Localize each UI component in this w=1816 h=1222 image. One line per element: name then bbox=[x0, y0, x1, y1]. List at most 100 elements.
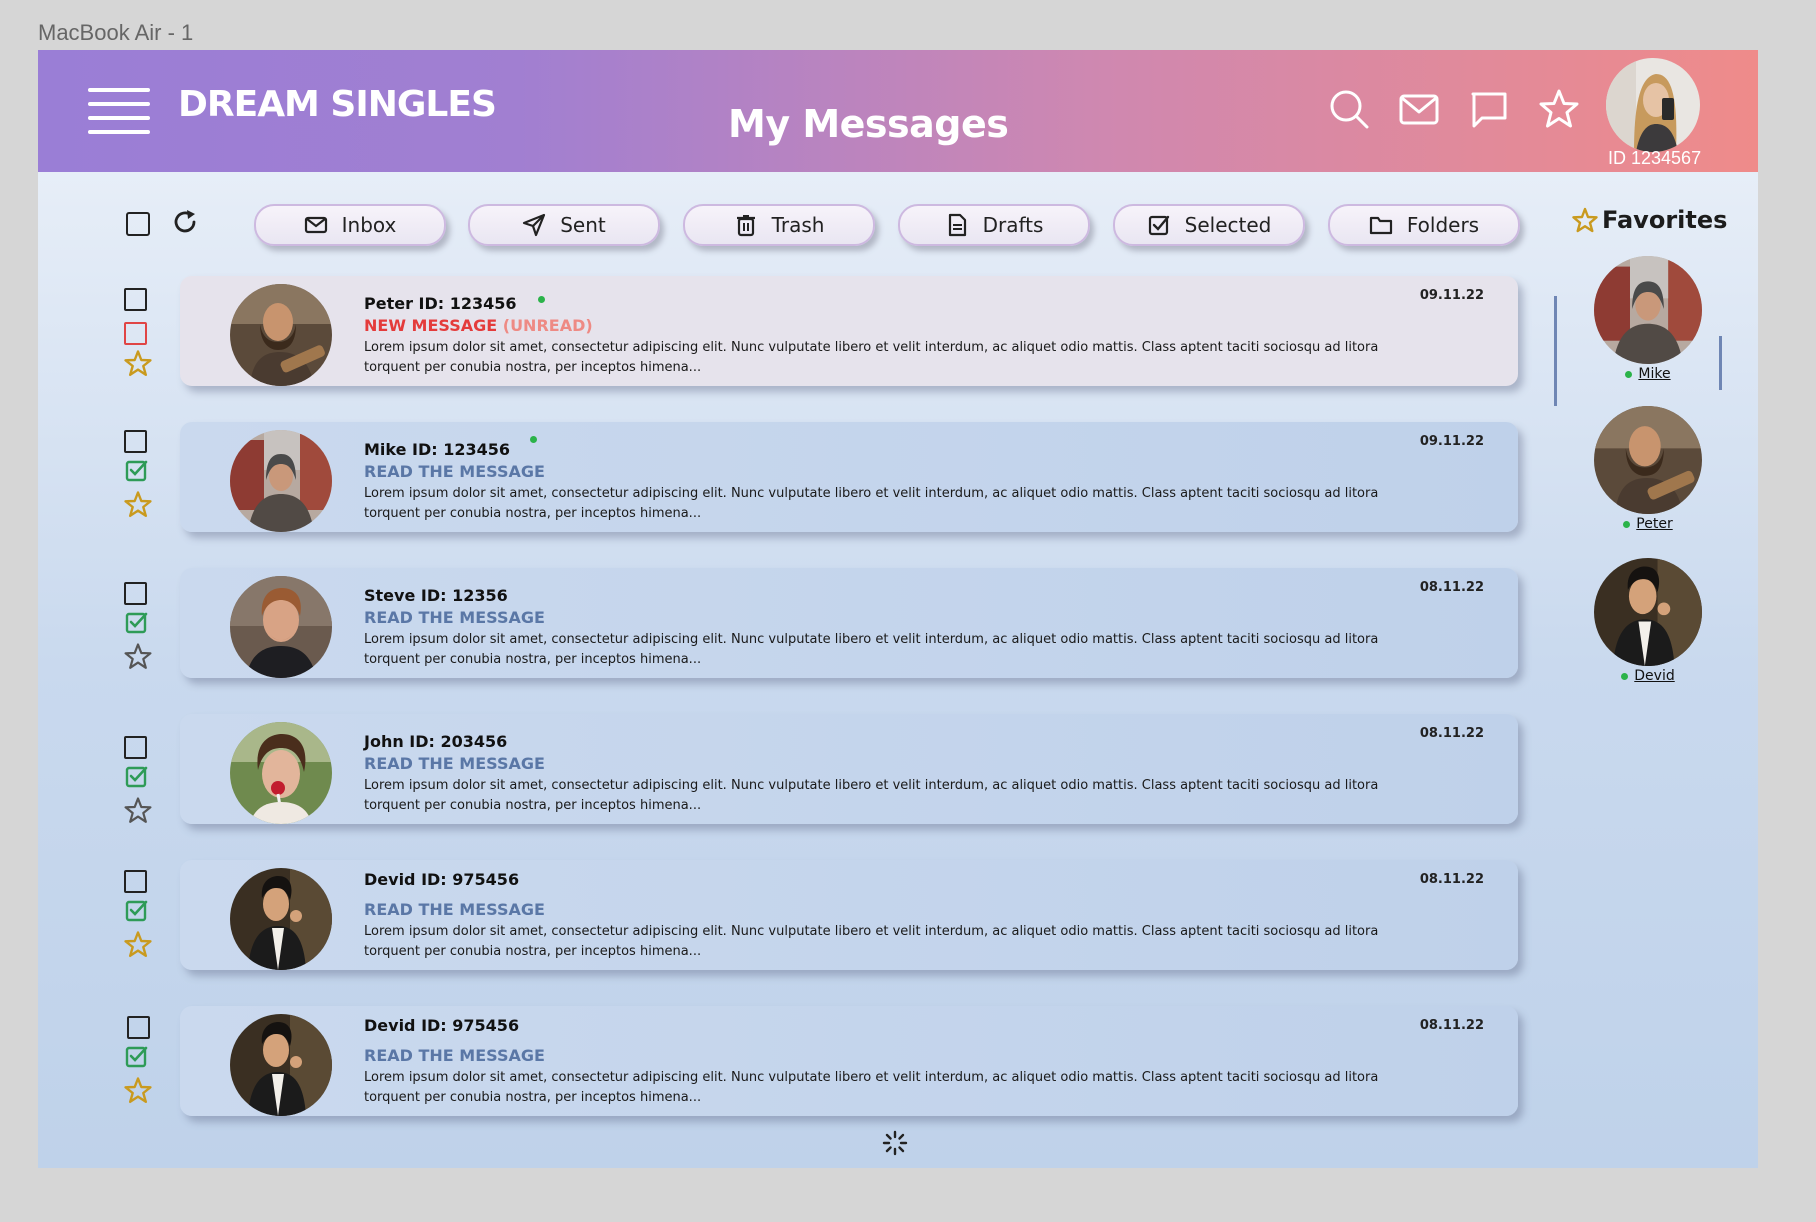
sender-photo bbox=[230, 868, 332, 970]
message-status: READ THE MESSAGE bbox=[364, 900, 545, 919]
tab-sent[interactable]: Sent bbox=[468, 204, 660, 246]
message-card[interactable]: Devid ID: 975456 READ THE MESSAGE Lorem … bbox=[180, 860, 1518, 970]
mail-icon[interactable] bbox=[1398, 88, 1440, 130]
tab-inbox-label: Inbox bbox=[341, 213, 397, 237]
favorite-item[interactable]: Devid bbox=[1594, 558, 1702, 684]
message-preview: Lorem ipsum dolor sit amet, consectetur … bbox=[364, 632, 1379, 667]
read-check-icon[interactable] bbox=[124, 1044, 150, 1070]
message-status: READ THE MESSAGE bbox=[364, 754, 545, 773]
row-checkbox[interactable] bbox=[124, 582, 147, 605]
favorite-star-icon[interactable] bbox=[124, 490, 152, 518]
favorite-name[interactable]: Devid bbox=[1594, 668, 1702, 684]
message-card[interactable]: Mike ID: 123456 READ THE MESSAGE Lorem i… bbox=[180, 422, 1518, 532]
favorite-name[interactable]: Mike bbox=[1594, 366, 1702, 382]
select-all-checkbox[interactable] bbox=[126, 212, 150, 236]
row-controls bbox=[124, 736, 154, 828]
message-date: 09.11.22 bbox=[1419, 288, 1484, 303]
online-indicator bbox=[538, 296, 545, 303]
favorite-photo bbox=[1594, 256, 1702, 364]
unread-marker[interactable] bbox=[124, 322, 147, 345]
sender-photo bbox=[230, 430, 332, 532]
message-preview: Lorem ipsum dolor sit amet, consectetur … bbox=[364, 778, 1379, 813]
message-preview: Lorem ipsum dolor sit amet, consectetur … bbox=[364, 486, 1379, 521]
top-bar: DREAM SINGLES My Messages ID 1234567 bbox=[38, 50, 1758, 172]
user-avatar[interactable] bbox=[1606, 58, 1700, 152]
favorite-star-icon[interactable] bbox=[124, 1076, 152, 1104]
status-new: NEW MESSAGE bbox=[364, 316, 498, 335]
message-status: READ THE MESSAGE bbox=[364, 462, 545, 481]
search-icon[interactable] bbox=[1328, 88, 1370, 130]
message-card[interactable]: Steve ID: 12356 READ THE MESSAGE Lorem i… bbox=[180, 568, 1518, 678]
favorites-scrollbar[interactable] bbox=[1719, 336, 1722, 390]
row-checkbox[interactable] bbox=[124, 870, 147, 893]
row-controls bbox=[124, 582, 154, 674]
online-indicator bbox=[530, 436, 537, 443]
sender-name: Mike ID: 123456 bbox=[364, 440, 511, 459]
message-card[interactable]: Devid ID: 975456 READ THE MESSAGE Lorem … bbox=[180, 1006, 1518, 1116]
favorite-photo bbox=[1594, 558, 1702, 666]
envelope-icon bbox=[304, 216, 327, 234]
folder-icon bbox=[1369, 216, 1392, 235]
row-checkbox[interactable] bbox=[124, 430, 147, 453]
row-controls bbox=[124, 430, 154, 522]
frame-label: MacBook Air - 1 bbox=[38, 20, 194, 45]
row-checkbox[interactable] bbox=[124, 288, 147, 311]
sender-photo bbox=[230, 284, 332, 386]
chat-icon[interactable] bbox=[1468, 88, 1510, 130]
trash-icon bbox=[736, 215, 755, 237]
page-title: My Messages bbox=[728, 102, 1009, 146]
message-date: 08.11.22 bbox=[1419, 872, 1484, 887]
message-card[interactable]: Peter ID: 123456 NEW MESSAGE (UNREAD) Lo… bbox=[180, 276, 1518, 386]
tab-folders[interactable]: Folders bbox=[1328, 204, 1520, 246]
favorite-star-icon[interactable] bbox=[124, 642, 152, 670]
message-card[interactable]: John ID: 203456 READ THE MESSAGE Lorem i… bbox=[180, 714, 1518, 824]
favorite-star-icon[interactable] bbox=[124, 796, 152, 824]
star-icon[interactable] bbox=[1538, 88, 1580, 130]
tab-sent-label: Sent bbox=[560, 213, 606, 237]
favorite-item[interactable]: Peter bbox=[1594, 406, 1702, 532]
read-check-icon[interactable] bbox=[124, 458, 150, 484]
document-icon bbox=[948, 213, 966, 237]
sender-name: Peter ID: 123456 bbox=[364, 294, 517, 313]
tab-folders-label: Folders bbox=[1406, 213, 1480, 237]
menu-icon[interactable] bbox=[88, 88, 150, 134]
row-controls bbox=[124, 870, 154, 962]
sender-name: John ID: 203456 bbox=[364, 732, 508, 751]
tab-trash[interactable]: Trash bbox=[683, 204, 875, 246]
message-status: READ THE MESSAGE bbox=[364, 608, 545, 627]
favorites-title-label: Favorites bbox=[1602, 206, 1728, 234]
refresh-icon[interactable] bbox=[171, 208, 199, 236]
sender-photo bbox=[230, 1014, 332, 1116]
favorite-star-icon[interactable] bbox=[124, 349, 152, 377]
read-check-icon[interactable] bbox=[124, 764, 150, 790]
messages-scrollbar[interactable] bbox=[1554, 296, 1557, 406]
tab-selected-label: Selected bbox=[1184, 213, 1272, 237]
row-checkbox[interactable] bbox=[127, 1016, 150, 1039]
brand-logo[interactable]: DREAM SINGLES bbox=[178, 84, 497, 125]
sender-name: Steve ID: 12356 bbox=[364, 586, 508, 605]
row-controls bbox=[124, 1016, 154, 1108]
favorites-title: Favorites bbox=[1572, 206, 1727, 234]
message-preview: Lorem ipsum dolor sit amet, consectetur … bbox=[364, 924, 1379, 959]
user-id: ID 1234567 bbox=[1608, 148, 1702, 168]
message-preview: Lorem ipsum dolor sit amet, consectetur … bbox=[364, 1070, 1379, 1105]
sender-name: Devid ID: 975456 bbox=[364, 1016, 520, 1035]
loading-spinner-icon bbox=[882, 1130, 908, 1156]
favorite-star-icon[interactable] bbox=[124, 930, 152, 958]
read-check-icon[interactable] bbox=[124, 610, 150, 636]
message-status: NEW MESSAGE (UNREAD) bbox=[364, 316, 593, 335]
tab-inbox[interactable]: Inbox bbox=[254, 204, 446, 246]
checkbox-icon bbox=[1148, 215, 1169, 236]
favorite-photo bbox=[1594, 406, 1702, 514]
favorite-item[interactable]: Mike bbox=[1594, 256, 1702, 382]
read-check-icon[interactable] bbox=[124, 898, 150, 924]
tab-drafts-label: Drafts bbox=[982, 213, 1044, 237]
message-date: 08.11.22 bbox=[1419, 726, 1484, 741]
row-checkbox[interactable] bbox=[124, 736, 147, 759]
tab-drafts[interactable]: Drafts bbox=[898, 204, 1090, 246]
message-date: 09.11.22 bbox=[1419, 434, 1484, 449]
favorite-name[interactable]: Peter bbox=[1594, 516, 1702, 532]
sender-name: Devid ID: 975456 bbox=[364, 870, 520, 889]
tab-selected[interactable]: Selected bbox=[1113, 204, 1305, 246]
message-status: READ THE MESSAGE bbox=[364, 1046, 545, 1065]
